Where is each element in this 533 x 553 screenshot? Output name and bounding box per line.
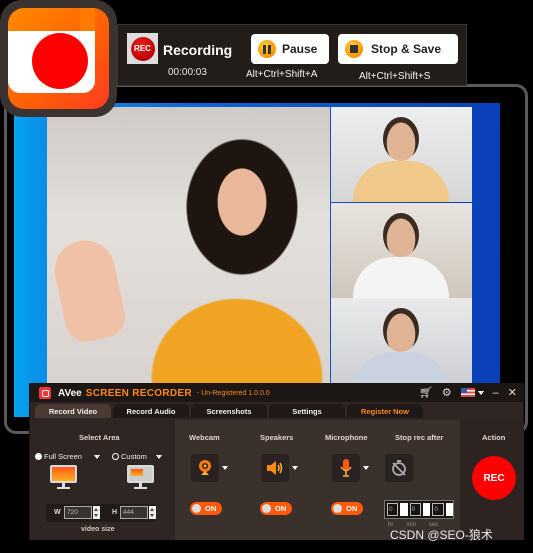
- webcam-dropdown-icon[interactable]: [222, 466, 228, 470]
- seconds-spinner[interactable]: [445, 503, 454, 516]
- tab-screenshots[interactable]: Screenshots: [191, 404, 267, 418]
- seconds-input[interactable]: 0: [432, 503, 444, 516]
- custom-dropdown-icon[interactable]: [156, 455, 162, 459]
- minutes-input[interactable]: 0: [409, 503, 421, 516]
- language-flag-icon[interactable]: [460, 388, 475, 397]
- speakers-title: Speakers: [260, 433, 294, 442]
- recorder-window: AVee SCREEN RECORDER - Un-Registered 1.0…: [29, 383, 524, 540]
- main-video-participant: [47, 107, 330, 389]
- record-button[interactable]: REC: [472, 456, 516, 500]
- video-participant-1: [331, 107, 472, 202]
- stop-rec-after-title: Stop rec after: [395, 433, 444, 442]
- app-small-icon: [39, 387, 51, 399]
- product-name: SCREEN RECORDER: [85, 387, 192, 399]
- stop-icon: [345, 40, 363, 58]
- pause-button[interactable]: Pause: [251, 34, 329, 64]
- registration-status: - Un-Registered 1.0.0.0: [196, 389, 270, 397]
- app-logo-icon: [0, 0, 117, 117]
- microphone-title: Microphone: [325, 433, 368, 442]
- stop-timer-fields: 0 0 0: [384, 500, 454, 519]
- hours-spinner[interactable]: [400, 503, 408, 516]
- microphone-icon[interactable]: [332, 454, 360, 482]
- tab-record-video[interactable]: Record Video: [35, 404, 111, 418]
- pause-icon: [258, 40, 276, 58]
- video-size-caption: video size: [81, 526, 115, 533]
- full-screen-monitor-icon[interactable]: [50, 465, 77, 492]
- elapsed-time: 00:00:03: [168, 67, 207, 78]
- pause-shortcut: Alt+Ctrl+Shift+A: [246, 69, 318, 80]
- devices-panel: Webcam ON Speakers ON Microphone ON Stop…: [175, 420, 460, 540]
- hours-input[interactable]: 0: [387, 503, 399, 516]
- language-dropdown-icon[interactable]: [477, 390, 484, 395]
- height-spinner[interactable]: [149, 506, 156, 519]
- close-button[interactable]: ✕: [508, 386, 517, 399]
- microphone-dropdown-icon[interactable]: [363, 466, 369, 470]
- action-panel: Action REC: [460, 420, 524, 540]
- select-area-title: Select Area: [79, 433, 120, 442]
- custom-area-monitor-icon[interactable]: [127, 465, 154, 492]
- speakers-toggle[interactable]: ON: [260, 502, 292, 515]
- speaker-icon[interactable]: [261, 454, 289, 482]
- custom-radio[interactable]: Custom: [112, 452, 147, 461]
- full-screen-dropdown-icon[interactable]: [94, 455, 100, 459]
- minutes-spinner[interactable]: [422, 503, 431, 516]
- action-title: Action: [482, 433, 506, 442]
- recording-status: Recording: [163, 42, 233, 58]
- width-input[interactable]: 720: [64, 506, 92, 519]
- video-participant-3: [331, 298, 472, 393]
- select-area-panel: Select Area Full Screen Custom W 720 H 4…: [30, 420, 175, 540]
- full-screen-radio[interactable]: Full Screen: [35, 452, 82, 461]
- webcam-toggle[interactable]: ON: [190, 502, 222, 515]
- height-input[interactable]: 444: [120, 506, 148, 519]
- microphone-toggle[interactable]: ON: [331, 502, 363, 515]
- rec-status-icon: REC: [127, 33, 158, 64]
- width-spinner[interactable]: [93, 506, 100, 519]
- tab-bar: Record Video Record Audio Screenshots Se…: [35, 404, 423, 418]
- speakers-dropdown-icon[interactable]: [292, 466, 298, 470]
- minimize-button[interactable]: –: [493, 387, 499, 399]
- timer-disabled-icon[interactable]: [385, 454, 413, 482]
- tab-settings[interactable]: Settings: [269, 404, 345, 418]
- video-participant-2: [331, 203, 472, 298]
- stop-shortcut: Alt+Ctrl+Shift+S: [359, 71, 431, 82]
- brand-name: AVee: [58, 387, 82, 399]
- watermark: CSDN @SEO-狼术: [390, 528, 493, 542]
- gear-icon[interactable]: ⚙: [442, 386, 452, 399]
- tab-record-audio[interactable]: Record Audio: [113, 404, 189, 418]
- tab-register-now[interactable]: Register Now: [347, 404, 423, 418]
- webcam-title: Webcam: [189, 433, 220, 442]
- title-bar: AVee SCREEN RECORDER - Un-Registered 1.0…: [30, 384, 523, 402]
- stop-and-save-button[interactable]: Stop & Save: [338, 34, 458, 64]
- cart-icon[interactable]: 🛒︎: [419, 386, 433, 399]
- webcam-icon[interactable]: [191, 454, 219, 482]
- recording-toolbar: REC Recording 00:00:03 Pause Alt+Ctrl+Sh…: [117, 24, 467, 86]
- video-size-row: W 720 H 444: [46, 504, 156, 522]
